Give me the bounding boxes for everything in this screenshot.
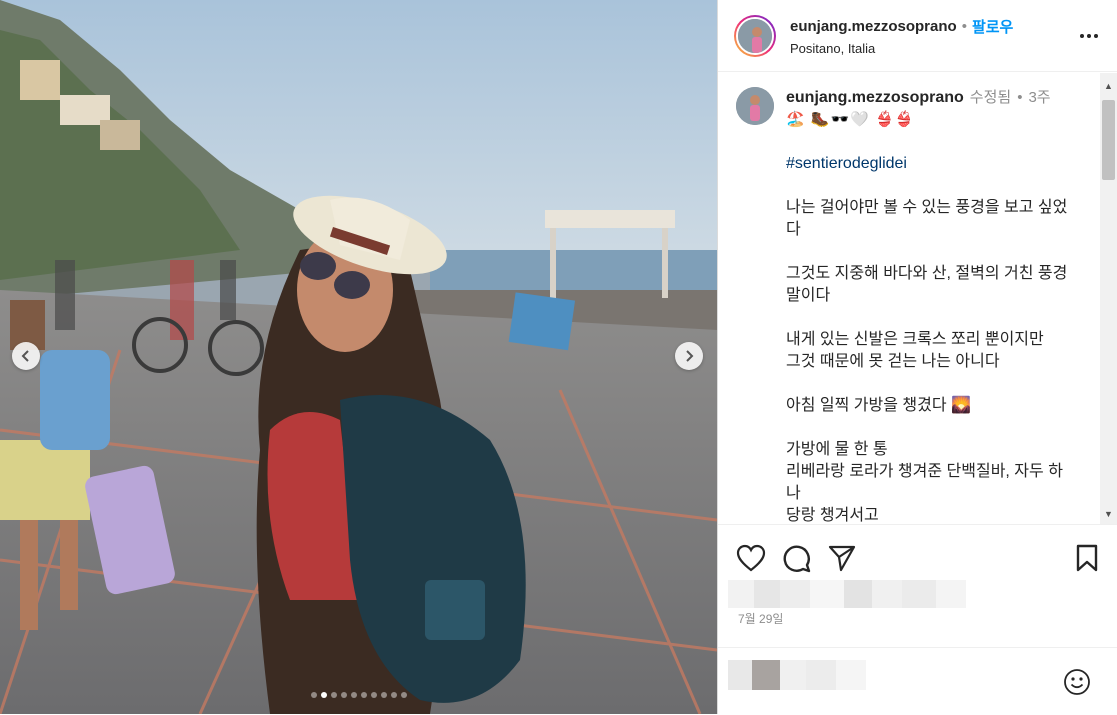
carousel-dot (400, 692, 407, 698)
carousel-indicator (0, 692, 717, 698)
emoji-picker-button[interactable] (1063, 668, 1091, 701)
caption-line: 가방에 물 한 통 (786, 441, 888, 458)
bookmark-icon (1076, 544, 1098, 572)
caption-line: 당랑 챙겨서고 (786, 507, 879, 524)
scroll-thumb[interactable] (1102, 100, 1115, 180)
hashtag-link[interactable]: #sentierodeglidei (786, 153, 1076, 175)
caption-line: 아침 일찍 가방을 챙겼다 🌄 (786, 397, 971, 414)
carousel-dot (360, 692, 367, 698)
scroll-down-arrow[interactable]: ▼ (1100, 505, 1117, 522)
post-photo[interactable] (0, 0, 717, 714)
carousel-dot (310, 692, 317, 698)
caption-line: 리베라랑 로라가 챙겨준 단백질바, 자두 하나 (786, 463, 1063, 502)
more-icon[interactable] (1077, 33, 1101, 38)
scrollbar[interactable]: ▲ ▼ (1100, 73, 1117, 524)
caption-line: 그것도 지중해 바다와 산, 절벽의 거친 풍경 말이다 (786, 265, 1068, 304)
edited-label: 수정됨 (969, 89, 1012, 106)
avatar-image (736, 87, 774, 125)
chevron-right-icon (686, 350, 694, 362)
post-date[interactable]: 7월 29일 (738, 610, 783, 627)
carousel-dot (340, 692, 347, 698)
comment-placeholder-blurred (728, 660, 866, 690)
comment-input-area[interactable] (718, 647, 1117, 715)
action-bar (736, 538, 1099, 578)
caption-emojis: 🏖️ 🥾🕶️🤍 👙👙 (786, 111, 915, 128)
caption-line: 내게 있는 신발은 크록스 쪼리 뿐이지만 (786, 331, 1044, 348)
post-header: eunjang.mezzosoprano • 팔로우 Positano, Ita… (718, 0, 1117, 72)
chevron-left-icon (21, 350, 29, 362)
next-slide-button[interactable] (675, 342, 703, 370)
caption-username[interactable]: eunjang.mezzosoprano (786, 87, 964, 109)
comment-icon (783, 545, 811, 573)
carousel-dot (370, 692, 377, 698)
save-button[interactable] (1075, 544, 1099, 572)
caption-scroll-area[interactable]: eunjang.mezzosoprano 수정됨 • 3주 🏖️ 🥾🕶️🤍 👙👙… (718, 73, 1117, 525)
heart-icon (736, 544, 766, 572)
comment-button[interactable] (782, 543, 812, 573)
meta-separator: • (1017, 89, 1023, 106)
post-location[interactable]: Positano, Italia (790, 41, 1077, 56)
carousel-dot (330, 692, 337, 698)
carousel-dot (350, 692, 357, 698)
header-separator: • (961, 17, 967, 35)
follow-button[interactable]: 팔로우 (972, 16, 1013, 37)
avatar[interactable] (734, 14, 776, 57)
likes-summary-blurred (728, 580, 984, 608)
avatar-image (738, 18, 772, 53)
post-side-panel: eunjang.mezzosoprano • 팔로우 Positano, Ita… (717, 0, 1117, 714)
share-button[interactable] (828, 544, 856, 572)
photo-scene (0, 0, 717, 714)
carousel-dot-active (320, 692, 327, 698)
caption: eunjang.mezzosoprano 수정됨 • 3주 🏖️ 🥾🕶️🤍 👙👙… (718, 73, 1117, 524)
share-icon (828, 545, 856, 572)
like-button[interactable] (736, 544, 766, 572)
previous-slide-button[interactable] (12, 342, 40, 370)
caption-avatar[interactable] (736, 87, 774, 125)
header-username[interactable]: eunjang.mezzosoprano (790, 18, 957, 35)
caption-line: 그것 때문에 못 걷는 나는 아니다 (786, 353, 1000, 370)
carousel-dot (380, 692, 387, 698)
post-age[interactable]: 3주 (1028, 87, 1050, 109)
scroll-up-arrow[interactable]: ▲ (1100, 77, 1117, 94)
caption-line: 나는 걸어야만 볼 수 있는 풍경을 보고 싶었다 (786, 199, 1068, 238)
carousel-dot (390, 692, 397, 698)
emoji-icon (1064, 669, 1090, 695)
